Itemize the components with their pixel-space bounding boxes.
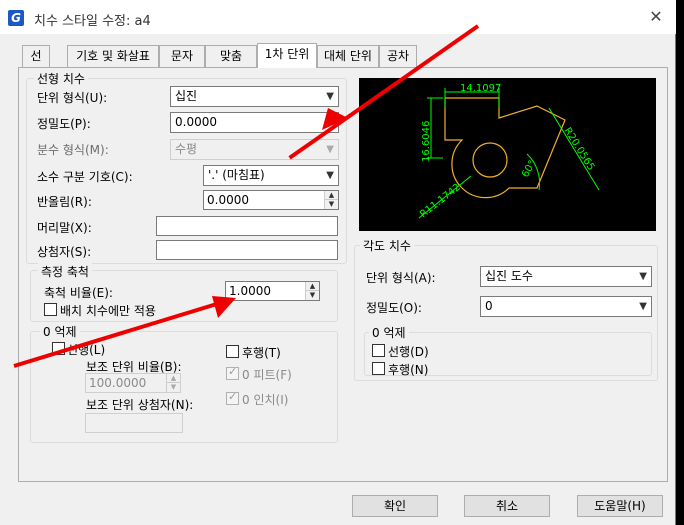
unit-format-value: 십진	[175, 89, 198, 103]
sub-unit-suffix-label: 보조 단위 상첨자(N):	[86, 398, 194, 412]
fraction-format-label: 분수 형식(M):	[37, 143, 109, 157]
suffix-input[interactable]	[156, 240, 338, 260]
suffix-label: 상첨자(S):	[37, 245, 92, 259]
tab-primary-units[interactable]: 1차 단위	[257, 43, 317, 68]
zero-inches-checkbox	[226, 390, 239, 405]
prefix-input[interactable]	[156, 216, 338, 236]
tab-tolerances[interactable]: 공차	[379, 45, 417, 67]
preview-dim-diag: R20.0565	[561, 126, 596, 173]
zero-group-title: 0 억제	[40, 323, 80, 340]
cancel-button[interactable]: 취소	[464, 495, 550, 517]
precision-select[interactable]: 0.0000▼	[170, 112, 339, 133]
help-button[interactable]: 도움말(H)	[577, 495, 663, 517]
preview-dim-angle: 60°	[520, 159, 538, 180]
zero-feet-checkbox	[226, 365, 239, 380]
angular-unit-format-value: 십진 도수	[485, 269, 533, 283]
scale-group-title: 측정 축척	[38, 263, 92, 280]
tab-text[interactable]: 문자	[159, 45, 205, 67]
preview-pane: 14.1097 16.6046 R20.0565 R11.1742 60°	[359, 78, 656, 231]
decimal-separator-select[interactable]: '.' (마침표) ▼	[203, 165, 339, 186]
decimal-separator-label: 소수 구분 기호(C):	[37, 170, 133, 184]
preview-dim-left: 16.6046	[421, 121, 432, 162]
scale-factor-label: 축척 비율(E):	[44, 286, 113, 300]
trailing-label: 후행(T)	[242, 346, 281, 360]
preview-drawing: 14.1097 16.6046 R20.0565 R11.1742 60°	[418, 83, 600, 220]
angular-leading-label: 선행(D)	[388, 345, 429, 359]
angular-unit-format-select[interactable]: 십진 도수 ▼	[480, 266, 652, 287]
layout-only-label: 배치 치수에만 적용	[60, 304, 156, 318]
sub-unit-suffix-input	[85, 413, 183, 433]
angular-trailing-label: 후행(N)	[388, 363, 429, 377]
zero-inches-label: 0 인치(I)	[242, 393, 289, 407]
round-off-input[interactable]: 0.0000	[203, 190, 339, 210]
tab-fit[interactable]: 맞춤	[205, 45, 257, 67]
tab-lines[interactable]: 선	[22, 45, 50, 67]
spin-down-icon[interactable]: ▼	[306, 291, 319, 300]
angular-precision-label: 정밀도(O):	[366, 301, 422, 315]
chevron-down-icon: ▼	[639, 301, 647, 312]
sub-unit-factor-value: 100.0000	[89, 376, 147, 390]
chevron-down-icon: ▼	[639, 271, 647, 282]
annotation-arrowhead-top	[322, 108, 348, 130]
chevron-down-icon: ▼	[326, 170, 334, 181]
angular-group-title: 각도 치수	[360, 237, 414, 254]
preview-dim-top: 14.1097	[460, 83, 501, 94]
spin-down-icon: ▼	[170, 383, 177, 391]
prefix-label: 머리말(X):	[37, 221, 92, 235]
angular-unit-format-label: 단위 형식(A):	[366, 271, 436, 285]
decimal-separator-value: '.' (마침표)	[208, 168, 265, 182]
dialog-window: G 치수 스타일 수정: a4 ✕ 선 기호 및 화살표 문자 맞춤 1차 단위…	[0, 0, 676, 525]
linear-group-title: 선형 치수	[34, 70, 88, 87]
unit-format-label: 단위 형식(U):	[37, 91, 108, 105]
angular-precision-select[interactable]: 0 ▼	[480, 296, 652, 317]
layout-only-checkbox[interactable]	[44, 303, 57, 316]
angular-leading-checkbox[interactable]	[372, 344, 385, 357]
unit-format-select[interactable]: 십진 ▼	[170, 86, 339, 107]
window-title: 치수 스타일 수정: a4	[34, 14, 151, 29]
angular-zero-title: 0 억제	[369, 324, 409, 341]
tab-alternate-units[interactable]: 대체 단위	[317, 45, 379, 67]
scale-factor-spinner[interactable]: ▲ ▼	[305, 282, 319, 300]
spin-down-icon[interactable]: ▼	[325, 200, 338, 209]
ok-button[interactable]: 확인	[352, 495, 438, 517]
chevron-down-icon: ▼	[326, 144, 334, 155]
tab-symbols-arrows[interactable]: 기호 및 화살표	[67, 45, 159, 67]
title-bar: G 치수 스타일 수정: a4 ✕	[0, 0, 676, 34]
precision-value: 0.0000	[175, 115, 217, 129]
angular-precision-value: 0	[485, 299, 493, 313]
precision-label: 정밀도(P):	[37, 117, 91, 131]
zero-feet-label: 0 피트(F)	[242, 368, 292, 382]
close-button[interactable]: ✕	[645, 6, 667, 28]
preview-dim-radius: R11.1742	[418, 182, 463, 220]
sub-unit-factor-spinner: ▲ ▼	[166, 374, 180, 392]
round-off-value: 0.0000	[207, 193, 249, 207]
spin-up-icon: ▲	[167, 374, 180, 383]
angular-trailing-checkbox[interactable]	[372, 362, 385, 375]
fraction-format-value: 수평	[175, 142, 198, 156]
round-off-spinner[interactable]: ▲ ▼	[324, 191, 338, 209]
round-off-label: 반올림(R):	[37, 195, 92, 209]
trailing-checkbox[interactable]	[226, 345, 239, 358]
annotation-arrowhead-bottom	[212, 296, 236, 318]
app-logo-icon: G	[8, 10, 24, 26]
spin-up-icon[interactable]: ▲	[306, 282, 319, 291]
spin-up-icon[interactable]: ▲	[325, 191, 338, 200]
